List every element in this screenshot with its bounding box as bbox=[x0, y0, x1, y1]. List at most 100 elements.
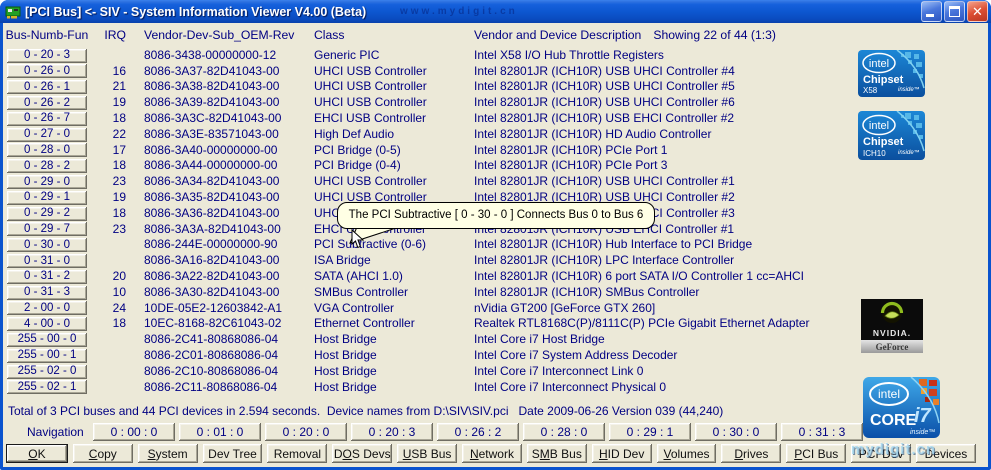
vendor-cell: 8086-3A44-00000000-00 bbox=[144, 158, 278, 173]
status-bar: Total of 3 PCI buses and 44 PCI devices … bbox=[8, 404, 724, 418]
bus-numb-fun-button[interactable]: 0 - 26 - 0 bbox=[7, 64, 87, 79]
header-irq: IRQ bbox=[104, 28, 126, 42]
bus-numb-fun-button[interactable]: 255 - 02 - 0 bbox=[7, 364, 87, 379]
bus-numb-fun-button[interactable]: 0 - 26 - 7 bbox=[7, 111, 87, 126]
vendor-cell: 8086-3A40-00000000-00 bbox=[144, 142, 278, 157]
maximize-icon bbox=[949, 6, 960, 17]
vendor-cell: 8086-3A37-82D41043-00 bbox=[144, 63, 280, 78]
class-cell: Host Bridge bbox=[314, 379, 377, 394]
class-cell: VGA Controller bbox=[314, 300, 395, 315]
window-title: [PCI Bus] <- SIV - System Information Vi… bbox=[25, 4, 367, 19]
navigation-button[interactable]: 0 : 29 : 1 bbox=[609, 423, 691, 441]
navigation-button[interactable]: 0 : 20 : 0 bbox=[265, 423, 347, 441]
class-cell: SMBus Controller bbox=[314, 284, 409, 299]
bus-numb-fun-button[interactable]: 0 - 29 - 7 bbox=[7, 222, 87, 237]
navigation-label: Navigation bbox=[27, 425, 84, 439]
class-cell: Host Bridge bbox=[314, 363, 377, 378]
irq-cell: 19 bbox=[112, 95, 126, 110]
svg-text:intel: intel bbox=[878, 387, 900, 401]
navigation-button[interactable]: 0 : 30 : 0 bbox=[695, 423, 777, 441]
table-row: 255 - 00 - 0 8086-2C41-80868086-04 Host … bbox=[4, 331, 988, 347]
bus-numb-fun-button[interactable]: 0 - 29 - 1 bbox=[7, 190, 87, 205]
svg-text:CORE: CORE bbox=[870, 412, 917, 429]
footer-button[interactable]: Volumes bbox=[656, 444, 717, 463]
class-cell: ISA Bridge bbox=[314, 253, 371, 268]
navigation-button[interactable]: 0 : 26 : 2 bbox=[437, 423, 519, 441]
svg-text:inside™: inside™ bbox=[910, 429, 935, 436]
irq-cell: 18 bbox=[112, 205, 126, 220]
bus-numb-fun-button[interactable]: 255 - 00 - 1 bbox=[7, 348, 87, 363]
vendor-cell: 8086-2C01-80868086-04 bbox=[144, 348, 279, 363]
bus-numb-fun-button[interactable]: 255 - 02 - 1 bbox=[7, 380, 87, 395]
bus-numb-fun-button[interactable]: 255 - 00 - 0 bbox=[7, 332, 87, 347]
navigation-button[interactable]: 0 : 31 : 3 bbox=[781, 423, 863, 441]
footer-button[interactable]: Removal bbox=[267, 444, 328, 463]
footer-button[interactable]: Dev Tree bbox=[202, 444, 263, 463]
navigation-button[interactable]: 0 : 20 : 3 bbox=[351, 423, 433, 441]
irq-cell: 23 bbox=[112, 221, 126, 236]
bus-numb-fun-button[interactable]: 0 - 29 - 0 bbox=[7, 175, 87, 190]
table-row: 0 - 28 - 2 18 8086-3A44-00000000-00 PCI … bbox=[4, 158, 988, 174]
footer-button[interactable]: SMB Bus bbox=[526, 444, 587, 463]
footer-button[interactable]: Network bbox=[462, 444, 522, 463]
footer-button[interactable]: OK bbox=[6, 444, 68, 463]
nvidia-geforce-badge: NVIDIA. GeForce bbox=[861, 299, 923, 358]
header-vendor: Vendor-Dev-Sub_OEM-Rev bbox=[144, 28, 295, 42]
footer-button[interactable]: System bbox=[137, 444, 198, 463]
bus-numb-fun-button[interactable]: 0 - 26 - 1 bbox=[7, 80, 87, 95]
showing-count: Showing 22 of 44 (1:3) bbox=[653, 28, 776, 42]
bus-numb-fun-button[interactable]: 4 - 00 - 0 bbox=[7, 317, 87, 332]
table-row: 0 - 26 - 7 18 8086-3A3C-82D41043-00 EHCI… bbox=[4, 110, 988, 126]
class-cell: UHCI USB Controller bbox=[314, 63, 427, 78]
bus-numb-fun-button[interactable]: 0 - 30 - 0 bbox=[7, 238, 87, 253]
maximize-button[interactable] bbox=[944, 1, 965, 22]
irq-cell: 23 bbox=[112, 174, 126, 189]
class-cell: EHCI USB Controller bbox=[314, 111, 427, 126]
vendor-cell: 8086-3A38-82D41043-00 bbox=[144, 79, 280, 94]
navigation-button[interactable]: 0 : 01 : 0 bbox=[179, 423, 261, 441]
table-row: 4 - 00 - 0 18 10EC-8168-82C61043-02 Ethe… bbox=[4, 316, 988, 332]
title-bar[interactable]: [PCI Bus] <- SIV - System Information Vi… bbox=[0, 0, 991, 23]
bus-numb-fun-button[interactable]: 0 - 31 - 0 bbox=[7, 254, 87, 268]
irq-cell: 21 bbox=[112, 79, 126, 94]
close-button[interactable]: ✕ bbox=[967, 1, 988, 22]
footer-button[interactable]: PCI Bus bbox=[786, 444, 847, 463]
bus-numb-fun-button[interactable]: 0 - 28 - 0 bbox=[7, 143, 87, 158]
bus-numb-fun-button[interactable]: 2 - 00 - 0 bbox=[7, 301, 87, 316]
footer-button[interactable]: Copy bbox=[72, 444, 133, 463]
svg-text:Chipset: Chipset bbox=[863, 136, 904, 148]
column-headers: Bus-Numb-Fun IRQ Vendor-Dev-Sub_OEM-Rev … bbox=[4, 27, 988, 43]
svg-text:GeForce: GeForce bbox=[876, 342, 909, 352]
class-cell: High Def Audio bbox=[314, 126, 395, 141]
bus-numb-fun-button[interactable]: 0 - 28 - 2 bbox=[7, 159, 87, 174]
mouse-cursor-icon bbox=[351, 229, 364, 249]
footer-button[interactable]: DOS Devs bbox=[332, 444, 393, 463]
bus-numb-fun-button[interactable]: 0 - 31 - 2 bbox=[7, 269, 87, 284]
class-cell: UHCI USB Controller bbox=[314, 95, 427, 110]
vendor-cell: 8086-3438-00000000-12 bbox=[144, 47, 277, 62]
class-cell: UHCI USB Controller bbox=[314, 79, 427, 94]
table-row: 0 - 20 - 3 8086-3438-00000000-12 Generic… bbox=[4, 47, 988, 63]
navigation-row: Navigation 0 : 00 : 00 : 01 : 00 : 20 : … bbox=[3, 423, 883, 441]
footer-button[interactable]: Drives bbox=[721, 444, 782, 463]
bus-numb-fun-button[interactable]: 0 - 26 - 2 bbox=[7, 96, 87, 111]
footer-button[interactable]: USB Bus bbox=[397, 444, 458, 463]
title-watermark: www.mydigit.cn bbox=[400, 6, 518, 17]
minimize-button[interactable] bbox=[921, 1, 942, 22]
navigation-button[interactable]: 0 : 00 : 0 bbox=[93, 423, 175, 441]
table-row: 0 - 31 - 2 20 8086-3A22-82D41043-00 SATA… bbox=[4, 268, 988, 284]
bus-numb-fun-button[interactable]: 0 - 31 - 3 bbox=[7, 285, 87, 300]
bus-numb-fun-button[interactable]: 0 - 27 - 0 bbox=[7, 127, 87, 142]
bus-numb-fun-button[interactable]: 0 - 29 - 2 bbox=[7, 206, 87, 221]
vendor-cell: 8086-3A22-82D41043-00 bbox=[144, 269, 280, 284]
navigation-buttons: 0 : 00 : 00 : 01 : 00 : 20 : 00 : 20 : 3… bbox=[93, 423, 863, 441]
bus-numb-fun-button[interactable]: 0 - 20 - 3 bbox=[7, 48, 87, 63]
description-cell: Intel 82801JR (ICH10R) LPC Interface Con… bbox=[474, 253, 735, 268]
class-cell: Ethernet Controller bbox=[314, 316, 415, 331]
footer-button[interactable]: HID Dev bbox=[591, 444, 652, 463]
navigation-button[interactable]: 0 : 28 : 0 bbox=[523, 423, 605, 441]
app-icon bbox=[5, 4, 21, 20]
table-row: 255 - 02 - 1 8086-2C11-80868086-04 Host … bbox=[4, 379, 988, 395]
table-row: 0 - 29 - 0 23 8086-3A34-82D41043-00 UHCI… bbox=[4, 173, 988, 190]
description-cell: Intel 82801JR (ICH10R) Hub Interface to … bbox=[474, 237, 753, 252]
